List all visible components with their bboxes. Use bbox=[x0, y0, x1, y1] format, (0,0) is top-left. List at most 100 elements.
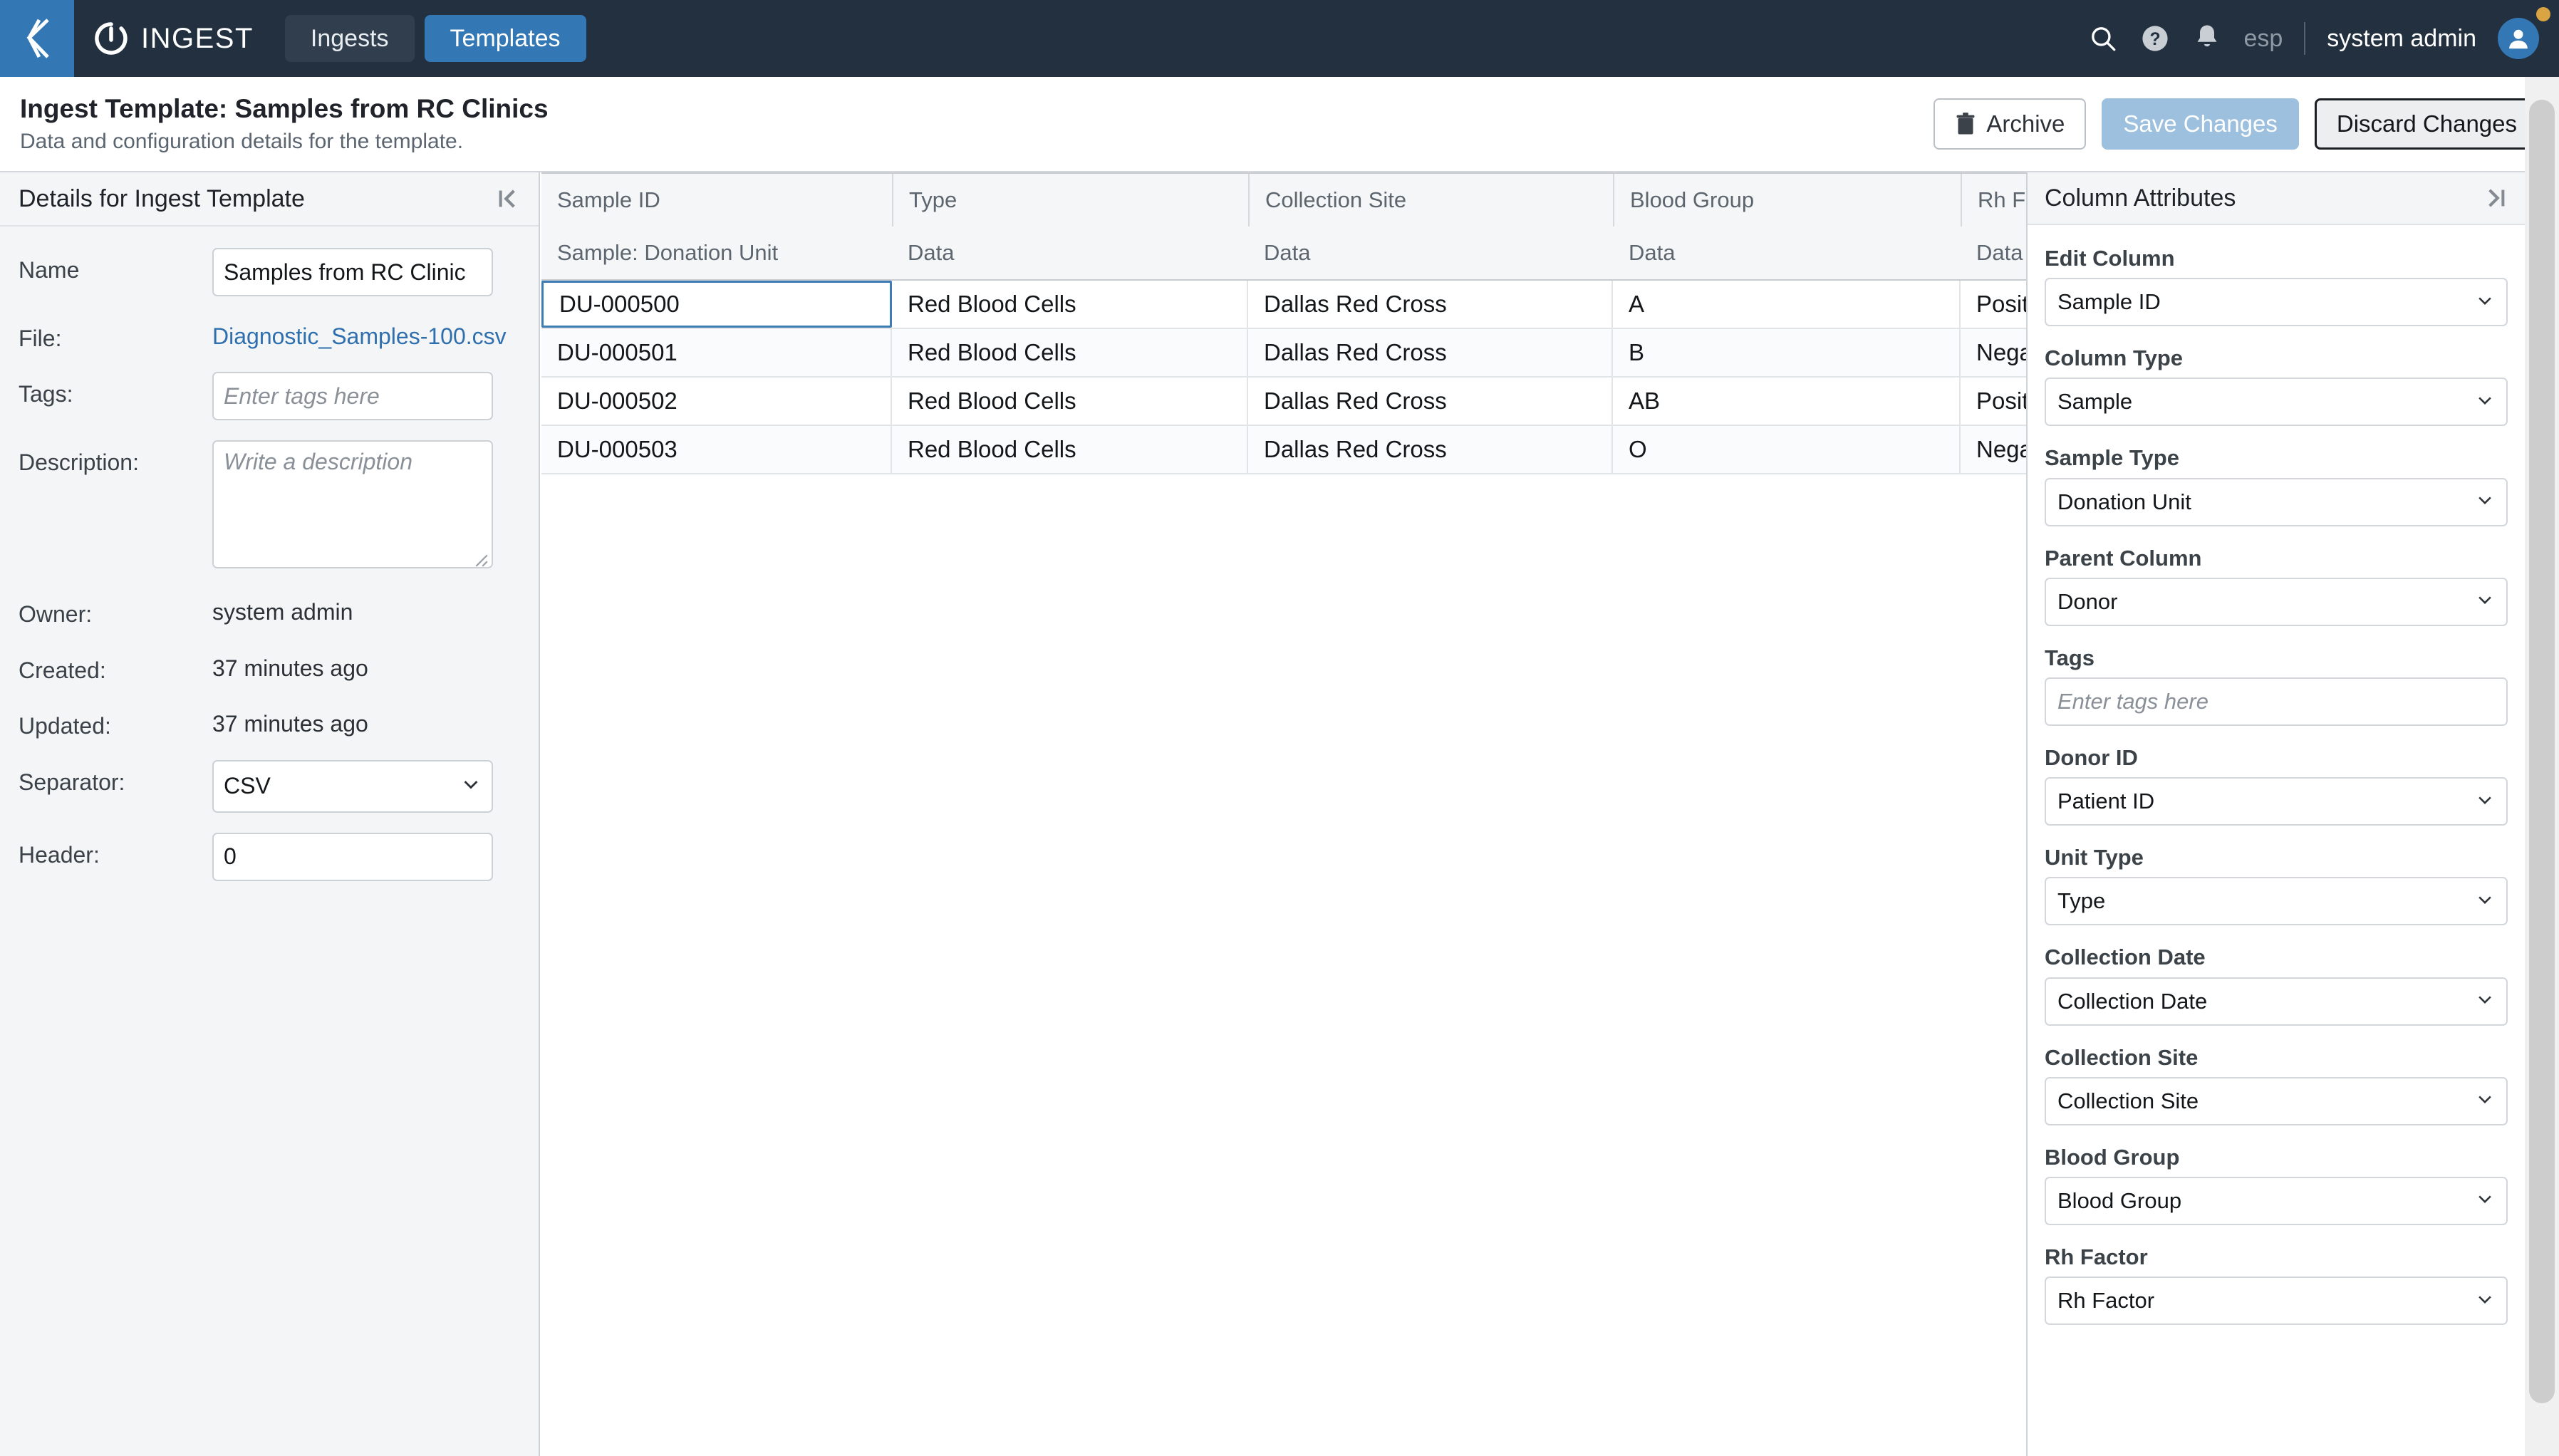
cell-collection-site[interactable]: Dallas Red Cross bbox=[1248, 378, 1613, 425]
cell-collection-site[interactable]: Dallas Red Cross bbox=[1248, 281, 1613, 328]
column-header-blood-group[interactable]: Blood Group bbox=[1613, 174, 1961, 227]
sample-type-select[interactable]: Donation Unit bbox=[2045, 477, 2508, 526]
column-attributes-panel: Column Attributes Edit Column Sample ID … bbox=[2026, 172, 2525, 1456]
title-block: Ingest Template: Samples from RC Clinics… bbox=[20, 93, 549, 154]
attr-value: Donor bbox=[2057, 588, 2118, 614]
discard-changes-button[interactable]: Discard Changes bbox=[2314, 98, 2539, 150]
search-icon[interactable] bbox=[2088, 24, 2118, 53]
column-tags-input[interactable] bbox=[2045, 677, 2508, 726]
collapse-left-icon[interactable] bbox=[496, 187, 520, 211]
page-scrollbar-thumb[interactable] bbox=[2529, 100, 2555, 1403]
header-label: Header: bbox=[19, 841, 100, 868]
top-navigation-bar: INGEST Ingests Templates ? esp system ad… bbox=[0, 0, 2559, 77]
name-label: Name bbox=[19, 257, 80, 283]
tags-label: Tags: bbox=[19, 381, 73, 407]
cell-type[interactable]: Red Blood Cells bbox=[892, 426, 1248, 473]
chevron-down-icon bbox=[2475, 790, 2495, 813]
cell-collection-site[interactable]: Dallas Red Cross bbox=[1248, 329, 1613, 376]
description-textarea[interactable] bbox=[212, 440, 493, 569]
cell-rh-factor[interactable]: Positive bbox=[1961, 281, 2026, 328]
cell-blood-group[interactable]: O bbox=[1613, 426, 1961, 473]
attr-label: Tags bbox=[2045, 645, 2095, 670]
attr-value: Patient ID bbox=[2057, 789, 2155, 814]
parent-column-select[interactable]: Donor bbox=[2045, 577, 2508, 626]
bell-icon[interactable] bbox=[2192, 22, 2222, 55]
owner-label: Owner: bbox=[19, 601, 93, 628]
cell-sample-id[interactable]: DU-000501 bbox=[541, 329, 892, 376]
cell-sample-id[interactable]: DU-000500 bbox=[541, 281, 892, 328]
table-row[interactable]: DU-000500 Red Blood Cells Dallas Red Cro… bbox=[541, 281, 2026, 329]
collapse-right-icon[interactable] bbox=[2483, 186, 2508, 210]
chevron-down-icon bbox=[2475, 1289, 2495, 1313]
collection-site-select[interactable]: Collection Site bbox=[2045, 1076, 2508, 1125]
header-input[interactable] bbox=[212, 832, 493, 881]
archive-button-label: Archive bbox=[1986, 110, 2065, 137]
cell-blood-group[interactable]: A bbox=[1613, 281, 1961, 328]
field-file: File: Diagnostic_Samples-100.csv bbox=[19, 316, 520, 352]
language-switch[interactable]: esp bbox=[2243, 25, 2283, 53]
cell-collection-site[interactable]: Dallas Red Cross bbox=[1248, 426, 1613, 473]
cell-type[interactable]: Red Blood Cells bbox=[892, 329, 1248, 376]
attr-parent-column: Parent Column Donor bbox=[2045, 545, 2508, 626]
nav-tabs: Ingests Templates bbox=[284, 15, 586, 62]
rh-factor-select[interactable]: Rh Factor bbox=[2045, 1276, 2508, 1326]
brand-name: INGEST bbox=[141, 22, 254, 54]
cell-rh-factor[interactable]: Negative bbox=[1961, 426, 2026, 473]
sidebar-collapse-button[interactable] bbox=[0, 0, 74, 77]
column-header-rh-factor[interactable]: Rh Factor bbox=[1961, 174, 2026, 227]
archive-button[interactable]: Archive bbox=[1933, 98, 2087, 150]
tab-ingests[interactable]: Ingests bbox=[284, 15, 415, 62]
avatar[interactable] bbox=[2498, 18, 2539, 59]
page-scrollbar[interactable] bbox=[2525, 77, 2559, 1456]
details-panel-title: Details for Ingest Template bbox=[19, 184, 305, 212]
column-header-type[interactable]: Type bbox=[892, 174, 1248, 227]
blood-group-select[interactable]: Blood Group bbox=[2045, 1176, 2508, 1225]
donor-id-select[interactable]: Patient ID bbox=[2045, 777, 2508, 826]
tab-templates[interactable]: Templates bbox=[424, 15, 586, 62]
separator-label: Separator: bbox=[19, 769, 125, 795]
attr-label: Collection Site bbox=[2045, 1044, 2199, 1070]
page-subheader: Ingest Template: Samples from RC Clinics… bbox=[0, 77, 2559, 172]
table-row[interactable]: DU-000502 Red Blood Cells Dallas Red Cro… bbox=[541, 378, 2026, 426]
column-header-sample-id[interactable]: Sample ID bbox=[541, 174, 892, 227]
separator-select[interactable]: CSV bbox=[212, 759, 493, 813]
data-grid: Sample ID Type Collection Site Blood Gro… bbox=[541, 172, 2026, 474]
table-row[interactable]: DU-000501 Red Blood Cells Dallas Red Cro… bbox=[541, 329, 2026, 378]
header-action-buttons: Archive Save Changes Discard Changes bbox=[1933, 98, 2559, 150]
column-type-select[interactable]: Sample bbox=[2045, 378, 2508, 427]
created-label: Created: bbox=[19, 657, 106, 683]
cell-sample-id[interactable]: DU-000502 bbox=[541, 378, 892, 425]
name-input[interactable] bbox=[212, 248, 493, 296]
attr-value: Collection Site bbox=[2057, 1088, 2199, 1113]
file-link[interactable]: Diagnostic_Samples-100.csv bbox=[212, 316, 507, 350]
field-tags: Tags: bbox=[19, 372, 520, 421]
cell-type[interactable]: Red Blood Cells bbox=[892, 378, 1248, 425]
column-subtype-blood-group: Data bbox=[1629, 240, 1676, 265]
tags-input[interactable] bbox=[212, 372, 493, 421]
attr-value: Sample ID bbox=[2057, 289, 2161, 315]
column-header-collection-site[interactable]: Collection Site bbox=[1248, 174, 1613, 227]
unit-type-select[interactable]: Type bbox=[2045, 877, 2508, 926]
grid-header: Sample ID Type Collection Site Blood Gro… bbox=[541, 172, 2026, 281]
attr-label: Rh Factor bbox=[2045, 1244, 2148, 1269]
cell-rh-factor[interactable]: Negative bbox=[1961, 329, 2026, 376]
cell-type[interactable]: Red Blood Cells bbox=[892, 281, 1248, 328]
column-subtype-type: Data bbox=[908, 240, 955, 265]
cell-blood-group[interactable]: AB bbox=[1613, 378, 1961, 425]
help-circle-icon[interactable]: ? bbox=[2139, 23, 2171, 54]
details-panel-header: Details for Ingest Template bbox=[0, 172, 539, 227]
chevron-left-double-icon bbox=[26, 19, 49, 58]
nav-divider bbox=[2304, 22, 2306, 55]
collection-date-select[interactable]: Collection Date bbox=[2045, 977, 2508, 1026]
cell-sample-id[interactable]: DU-000503 bbox=[541, 426, 892, 473]
attr-collection-date: Collection Date Collection Date bbox=[2045, 944, 2508, 1026]
cell-blood-group[interactable]: B bbox=[1613, 329, 1961, 376]
save-changes-button[interactable]: Save Changes bbox=[2102, 98, 2299, 150]
edit-column-select[interactable]: Sample ID bbox=[2045, 278, 2508, 327]
trash-icon bbox=[1956, 113, 1975, 135]
cell-rh-factor[interactable]: Positive bbox=[1961, 378, 2026, 425]
data-grid-area: Sample ID Type Collection Site Blood Gro… bbox=[541, 172, 2026, 1456]
table-row[interactable]: DU-000503 Red Blood Cells Dallas Red Cro… bbox=[541, 426, 2026, 474]
attr-sample-type: Sample Type Donation Unit bbox=[2045, 444, 2508, 526]
attr-value: Type bbox=[2057, 888, 2106, 914]
